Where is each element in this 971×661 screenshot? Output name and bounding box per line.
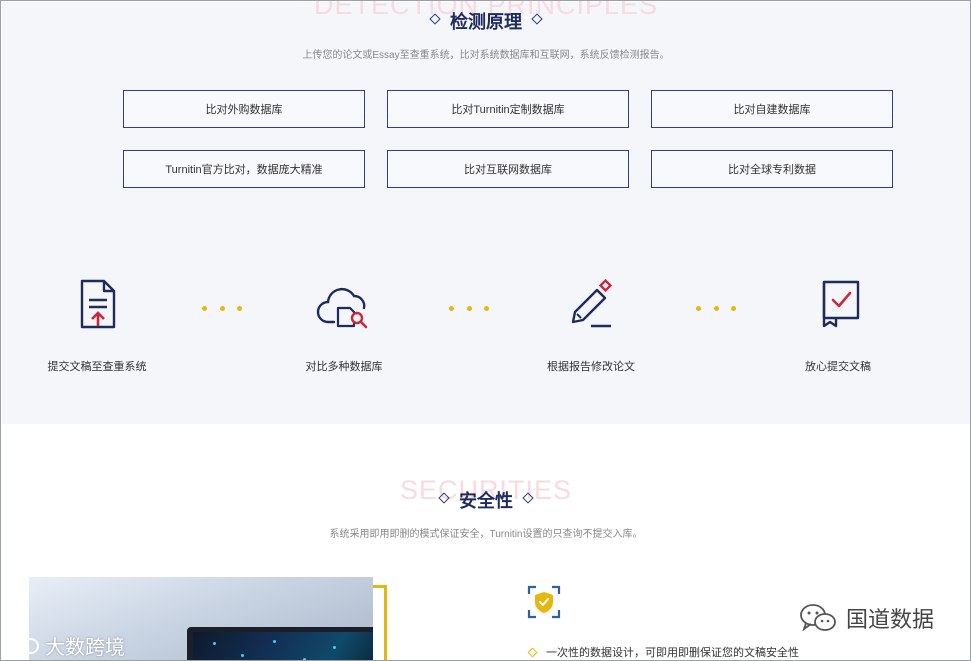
principles-title-row: 检测原理 <box>2 8 970 34</box>
step-compare-label: 对比多种数据库 <box>305 361 383 373</box>
step-submit: 提交文稿至查重系统 <box>17 278 177 374</box>
shield-check-icon <box>527 585 561 619</box>
security-title-row: 安全性 <box>2 487 970 513</box>
diamond-icon <box>437 492 450 504</box>
page-frame: DETECTION PRINCIPLES 检测原理 上传您的论文或Essay至查… <box>0 0 971 661</box>
wechat-icon <box>800 604 836 632</box>
step-submit-safely-label: 放心提交文稿 <box>805 361 871 373</box>
pen-edit-icon <box>571 278 613 328</box>
step-revise-label: 根据报告修改论文 <box>547 361 635 373</box>
security-feature-text: 一次性的数据设计，可即用即删保证您的文稿安全性 <box>546 647 799 659</box>
step-connector <box>696 306 736 311</box>
principles-subtitle: 上传您的论文或Essay至查重系统，比对系统数据库和互联网，系统反馈检测报告。 <box>302 50 670 61</box>
watermark-logo-icon <box>10 636 39 654</box>
step-compare: 对比多种数据库 <box>264 278 424 374</box>
book-check-icon <box>822 280 860 328</box>
security-title: 安全性 <box>459 491 513 511</box>
step-submit-label: 提交文稿至查重系统 <box>47 361 147 373</box>
document-upload-icon <box>80 279 116 329</box>
feature-bullet-icon <box>527 647 538 657</box>
step-connector <box>449 306 489 311</box>
database-button-self-built[interactable]: 比对自建数据库 <box>651 90 893 128</box>
database-button-turnitin-custom[interactable]: 比对Turnitin定制数据库 <box>387 90 629 128</box>
step-connector <box>202 306 242 311</box>
step-revise: 根据报告修改论文 <box>511 278 671 374</box>
diamond-icon <box>531 13 544 25</box>
diamond-icon <box>428 13 441 25</box>
laptop <box>187 627 373 660</box>
watermark-right-text: 国道数据 <box>846 607 935 632</box>
database-button-turnitin-official[interactable]: Turnitin官方比对，数据庞大精准 <box>123 150 365 188</box>
step-submit-safely: 放心提交文稿 <box>758 278 918 374</box>
security-feature: 一次性的数据设计，可即用即删保证您的文稿安全性 <box>527 644 799 660</box>
photo-accent-line <box>373 585 387 660</box>
database-button-patents[interactable]: 比对全球专利数据 <box>651 150 893 188</box>
principles-title: 检测原理 <box>450 12 522 32</box>
principles-section: DETECTION PRINCIPLES 检测原理 上传您的论文或Essay至查… <box>2 1 970 424</box>
cloud-search-icon <box>316 287 368 329</box>
watermark-right: 国道数据 <box>798 602 934 634</box>
watermark-left-text: 大数跨境 <box>45 637 125 659</box>
database-button-purchased[interactable]: 比对外购数据库 <box>123 90 365 128</box>
diamond-icon <box>522 492 535 504</box>
database-button-internet[interactable]: 比对互联网数据库 <box>387 150 629 188</box>
security-subtitle: 系统采用即用即删的模式保证安全，Turnitin设置的只查询不提交入库。 <box>329 529 643 540</box>
laptop-screen <box>193 632 373 660</box>
watermark-left: 大数跨境 <box>9 631 125 660</box>
